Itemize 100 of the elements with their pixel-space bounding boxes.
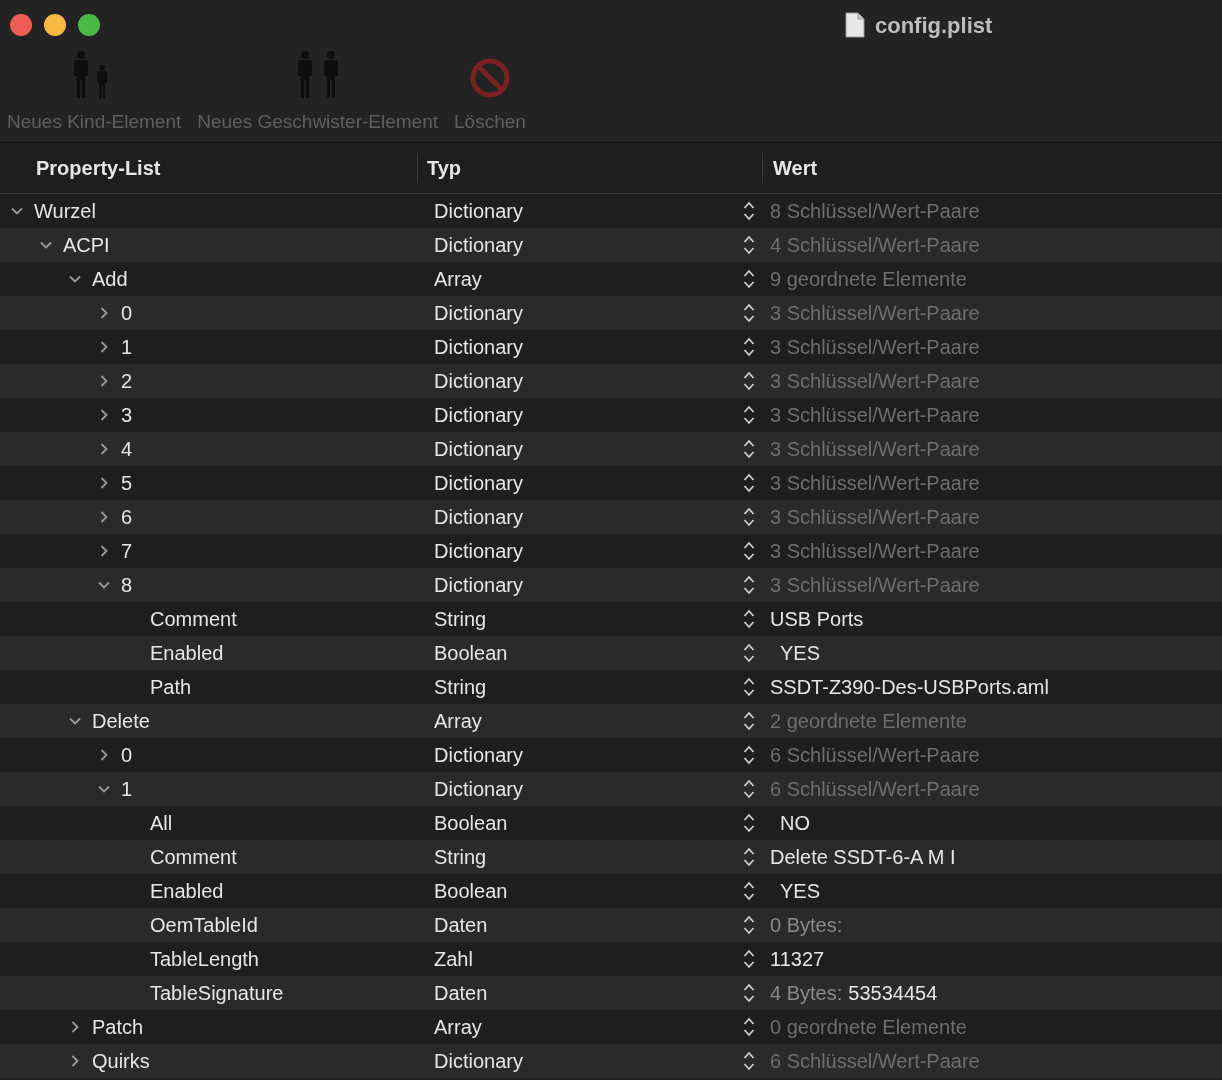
stepper-icon[interactable] xyxy=(743,269,755,289)
type-label: Dictionary xyxy=(434,369,523,394)
byte-count: 0 Bytes: xyxy=(770,913,843,938)
string-value[interactable]: SSDT-Z390-Des-USBPorts.aml xyxy=(770,672,1049,702)
byte-count: 4 Bytes: xyxy=(770,981,843,1006)
key-label: 4 xyxy=(121,437,133,462)
string-value[interactable]: USB Ports xyxy=(770,604,864,634)
stepper-icon[interactable] xyxy=(743,575,755,595)
key-label: 1 xyxy=(121,335,133,360)
stepper-icon[interactable] xyxy=(743,1051,755,1071)
type-label: Dictionary xyxy=(434,1049,523,1074)
value-summary: 3 Schlüssel/Wert-Paare xyxy=(770,437,980,462)
type-label: Daten xyxy=(434,913,488,938)
type-label: Dictionary xyxy=(434,471,523,496)
stepper-icon[interactable] xyxy=(743,507,755,527)
stepper-icon[interactable] xyxy=(743,949,755,969)
type-label: Dictionary xyxy=(434,233,523,258)
stepper-icon[interactable] xyxy=(743,711,755,731)
type-label: Daten xyxy=(434,981,488,1006)
column-header[interactable]: Property-List xyxy=(0,153,418,183)
key-label: 1 xyxy=(121,777,133,802)
close-button[interactable] xyxy=(10,14,32,36)
window-title: config.plist xyxy=(875,11,993,40)
zoom-button[interactable] xyxy=(78,14,100,36)
type-label: Dictionary xyxy=(434,301,523,326)
value-summary: 9 geordnete Elemente xyxy=(770,267,967,292)
key-label: 7 xyxy=(121,539,133,564)
key-label: Delete xyxy=(92,709,150,734)
value-summary: 0 geordnete Elemente xyxy=(770,1015,967,1040)
stepper-icon[interactable] xyxy=(743,779,755,799)
key-label: Comment xyxy=(150,845,237,870)
key-label: Comment xyxy=(150,607,237,632)
value-summary: 3 Schlüssel/Wert-Paare xyxy=(770,573,980,598)
stepper-icon[interactable] xyxy=(743,235,755,255)
type-label: Dictionary xyxy=(434,335,523,360)
stepper-icon[interactable] xyxy=(743,1017,755,1037)
stepper-icon[interactable] xyxy=(743,881,755,901)
key-label: ACPI xyxy=(63,233,110,258)
key-label: Path xyxy=(150,675,192,700)
value-summary: 3 Schlüssel/Wert-Paare xyxy=(770,369,980,394)
key-label: 2 xyxy=(121,369,133,394)
key-label: Quirks xyxy=(92,1049,150,1074)
value-summary: 3 Schlüssel/Wert-Paare xyxy=(770,539,980,564)
column-header[interactable]: Wert xyxy=(763,153,818,183)
value-summary: 8 Schlüssel/Wert-Paare xyxy=(770,199,980,224)
stepper-icon[interactable] xyxy=(743,541,755,561)
type-label: Zahl xyxy=(434,947,473,972)
type-label: Dictionary xyxy=(434,573,523,598)
value-summary: 2 geordnete Elemente xyxy=(770,709,967,734)
type-label: String xyxy=(434,607,487,632)
string-value[interactable]: Delete SSDT-6-A M I xyxy=(770,842,956,872)
type-label: Array xyxy=(434,1015,482,1040)
key-label: TableLength xyxy=(150,947,259,972)
value-summary: 4 Schlüssel/Wert-Paare xyxy=(770,233,980,258)
key-label: 6 xyxy=(121,505,133,530)
type-label: String xyxy=(434,845,487,870)
stepper-icon[interactable] xyxy=(743,983,755,1003)
key-label: 3 xyxy=(121,403,133,428)
key-label: OemTableId xyxy=(150,913,258,938)
type-label: Array xyxy=(434,267,482,292)
value-summary: 3 Schlüssel/Wert-Paare xyxy=(770,471,980,496)
value-summary: 6 Schlüssel/Wert-Paare xyxy=(770,743,980,768)
type-label: Dictionary xyxy=(434,777,523,802)
type-label: Boolean xyxy=(434,811,508,836)
string-value[interactable]: 11327 xyxy=(770,944,825,974)
stepper-icon[interactable] xyxy=(743,677,755,697)
minimize-button[interactable] xyxy=(44,14,66,36)
boolean-value[interactable]: YES xyxy=(780,876,821,906)
boolean-value[interactable]: YES xyxy=(780,638,821,668)
type-label: Dictionary xyxy=(434,539,523,564)
boolean-value[interactable]: NO xyxy=(780,808,810,838)
value-summary: 3 Schlüssel/Wert-Paare xyxy=(770,403,980,428)
stepper-icon[interactable] xyxy=(743,609,755,629)
stepper-icon[interactable] xyxy=(743,201,755,221)
key-label: 5 xyxy=(121,471,133,496)
stepper-icon[interactable] xyxy=(743,643,755,663)
key-label: 0 xyxy=(121,743,133,768)
stepper-icon[interactable] xyxy=(743,473,755,493)
stepper-icon[interactable] xyxy=(743,303,755,323)
type-label: String xyxy=(434,675,487,700)
key-label: Enabled xyxy=(150,879,224,904)
stepper-icon[interactable] xyxy=(743,337,755,357)
key-label: All xyxy=(150,811,173,836)
type-label: Boolean xyxy=(434,879,508,904)
key-label: 8 xyxy=(121,573,133,598)
stepper-icon[interactable] xyxy=(743,405,755,425)
stepper-icon[interactable] xyxy=(743,813,755,833)
key-label: Wurzel xyxy=(34,199,96,224)
column-header[interactable]: Typ xyxy=(418,153,763,183)
stepper-icon[interactable] xyxy=(743,745,755,765)
type-label: Boolean xyxy=(434,641,508,666)
stepper-icon[interactable] xyxy=(743,371,755,391)
type-label: Array xyxy=(434,709,482,734)
stepper-icon[interactable] xyxy=(743,847,755,867)
key-label: 0 xyxy=(121,301,133,326)
value-summary: 3 Schlüssel/Wert-Paare xyxy=(770,301,980,326)
value-summary: 3 Schlüssel/Wert-Paare xyxy=(770,335,980,360)
stepper-icon[interactable] xyxy=(743,439,755,459)
stepper-icon[interactable] xyxy=(743,915,755,935)
hex-value: 53534454 xyxy=(848,981,938,1006)
